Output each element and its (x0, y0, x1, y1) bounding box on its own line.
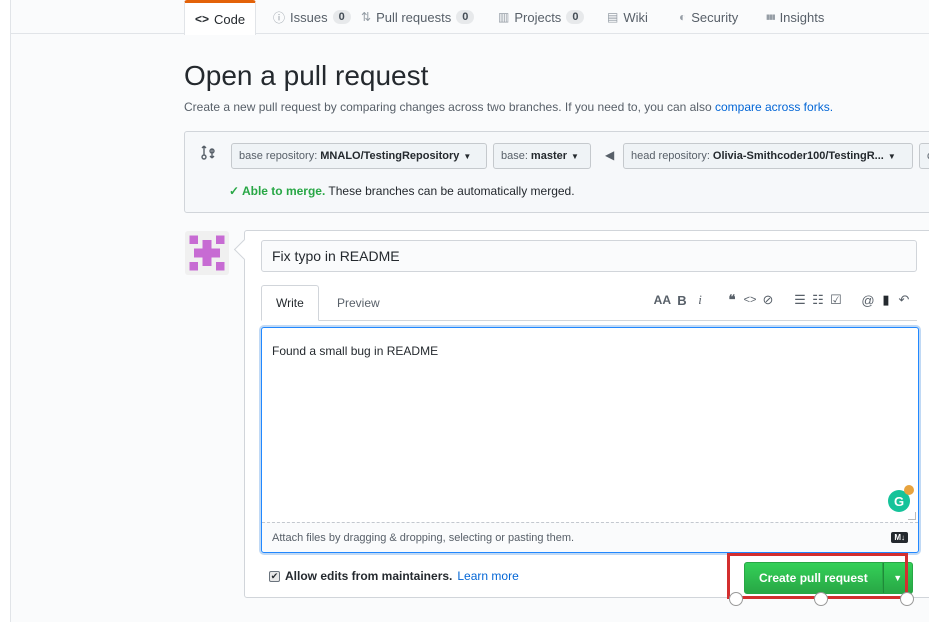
compare-icon (201, 145, 215, 160)
projects-counter: 0 (566, 10, 585, 24)
pr-body-text: Found a small bug in README (272, 344, 439, 358)
tab-wiki-label: Wiki (623, 9, 648, 25)
able-to-merge-label: ✓ Able to merge. (229, 184, 326, 198)
selection-handle-middle[interactable] (814, 592, 828, 606)
compare-branch-select[interactable]: c (919, 143, 929, 169)
code-icon: <> (195, 12, 210, 26)
link-icon[interactable]: ⊘ (761, 292, 775, 308)
bold-icon[interactable]: B (675, 293, 689, 308)
ordered-list-icon[interactable]: ☷ (811, 292, 825, 308)
tab-projects[interactable]: ▥ Projects 0 (498, 0, 585, 34)
head-repository-select[interactable]: head repository: Olivia-Smithcoder100/Te… (623, 143, 913, 169)
base-repository-value: MNALO/TestingRepository (320, 150, 460, 162)
grammarly-alert-badge (904, 485, 914, 495)
code-icon[interactable]: <> (743, 294, 757, 306)
resize-handle[interactable] (908, 512, 916, 520)
book-icon: ▤ (607, 10, 619, 24)
shield-icon: ◐ (679, 10, 687, 24)
tab-preview[interactable]: Preview (323, 285, 394, 321)
graph-icon: ▮▮▮ (766, 14, 776, 21)
tab-projects-label: Projects (514, 9, 562, 25)
tab-code-label: Code (214, 11, 246, 27)
base-branch-value: master (530, 150, 567, 162)
chevron-down-icon: ▼ (463, 151, 472, 161)
markdown-icon: M↓ (891, 532, 908, 543)
tab-security-label: Security (691, 9, 739, 25)
write-preview-tabs: Write Preview AA B i ❝ <> ⊘ ☰ ☷ ☑ @ ▮ ↶ (261, 283, 917, 321)
head-repository-value: Olivia-Smithcoder100/TestingR... (712, 150, 884, 162)
bookmark-icon[interactable]: ▮ (879, 292, 893, 308)
page-title: Open a pull request (184, 60, 429, 91)
tab-write[interactable]: Write (261, 285, 319, 321)
base-repository-select[interactable]: base repository: MNALO/TestingRepository… (231, 143, 487, 169)
project-icon: ▥ (498, 10, 510, 24)
allow-edits-label: Allow edits from maintainers. (285, 569, 453, 583)
italic-icon[interactable]: i (693, 292, 707, 308)
base-repository-label: base repository: (239, 150, 318, 162)
task-list-icon[interactable]: ☑ (829, 292, 843, 308)
selection-handle-left[interactable] (729, 592, 743, 606)
attach-files-text: Attach files by dragging & dropping, sel… (272, 531, 575, 544)
repo-tabs: <> Code ⓘ Issues 0 ⇅ Pull requests 0 ▥ P… (11, 0, 929, 35)
allow-edits-option: ✔ Allow edits from maintainers. Learn mo… (269, 569, 519, 583)
merge-status-text: These branches can be automatically merg… (328, 184, 575, 198)
markdown-toolbar: AA B i ❝ <> ⊘ ☰ ☷ ☑ @ ▮ ↶ (654, 289, 911, 311)
learn-more-link[interactable]: Learn more (457, 569, 518, 583)
base-branch-select[interactable]: base: master ▼ (493, 143, 591, 169)
head-repository-label: head repository: (631, 150, 710, 162)
tab-security[interactable]: ◐ Security (679, 0, 738, 34)
pull-request-form: Fix typo in README Write Preview AA B i … (244, 230, 929, 598)
chevron-down-icon: ▼ (571, 151, 579, 161)
mention-icon[interactable]: @ (861, 293, 875, 308)
tab-pull-requests[interactable]: ⇅ Pull requests 0 (361, 0, 475, 34)
avatar[interactable] (185, 231, 229, 275)
quote-icon[interactable]: ❝ (725, 292, 739, 308)
page-subtitle: Create a new pull request by comparing c… (184, 100, 833, 114)
tab-insights[interactable]: ▮▮▮ Insights (766, 0, 824, 34)
pull-request-icon: ⇅ (361, 10, 372, 24)
base-branch-label: base: (501, 150, 528, 162)
tab-wiki[interactable]: ▤ Wiki (607, 0, 648, 34)
arrow-left-icon: ◀ (605, 148, 615, 162)
pull-requests-counter: 0 (456, 10, 475, 24)
allow-edits-checkbox[interactable]: ✔ (269, 570, 280, 582)
merge-status: ✓ Able to merge. These branches can be a… (229, 184, 575, 198)
selection-handle-right[interactable] (900, 592, 914, 606)
pr-title-input[interactable]: Fix typo in README (261, 240, 917, 272)
issue-icon: ⓘ (273, 10, 286, 25)
unordered-list-icon[interactable]: ☰ (793, 292, 807, 308)
subtitle-text: Create a new pull request by comparing c… (184, 100, 712, 114)
page-frame: <> Code ⓘ Issues 0 ⇅ Pull requests 0 ▥ P… (10, 0, 929, 622)
identicon-image (189, 235, 225, 271)
compare-across-forks-link[interactable]: compare across forks. (715, 100, 833, 114)
tab-code[interactable]: <> Code (184, 0, 257, 35)
tab-issues-label: Issues (290, 9, 328, 25)
tab-insights-label: Insights (779, 9, 825, 25)
issues-counter: 0 (332, 10, 351, 24)
pr-body-textarea[interactable]: Found a small bug in README G Attach fil… (261, 327, 919, 553)
reply-icon[interactable]: ↶ (897, 292, 911, 308)
header-text-icon[interactable]: AA (654, 293, 671, 307)
attach-files-bar[interactable]: Attach files by dragging & dropping, sel… (262, 522, 918, 552)
chevron-down-icon: ▼ (887, 151, 896, 161)
tab-pull-requests-label: Pull requests (376, 9, 452, 25)
range-editor: base repository: MNALO/TestingRepository… (184, 131, 929, 213)
tab-issues[interactable]: ⓘ Issues 0 (273, 0, 351, 34)
